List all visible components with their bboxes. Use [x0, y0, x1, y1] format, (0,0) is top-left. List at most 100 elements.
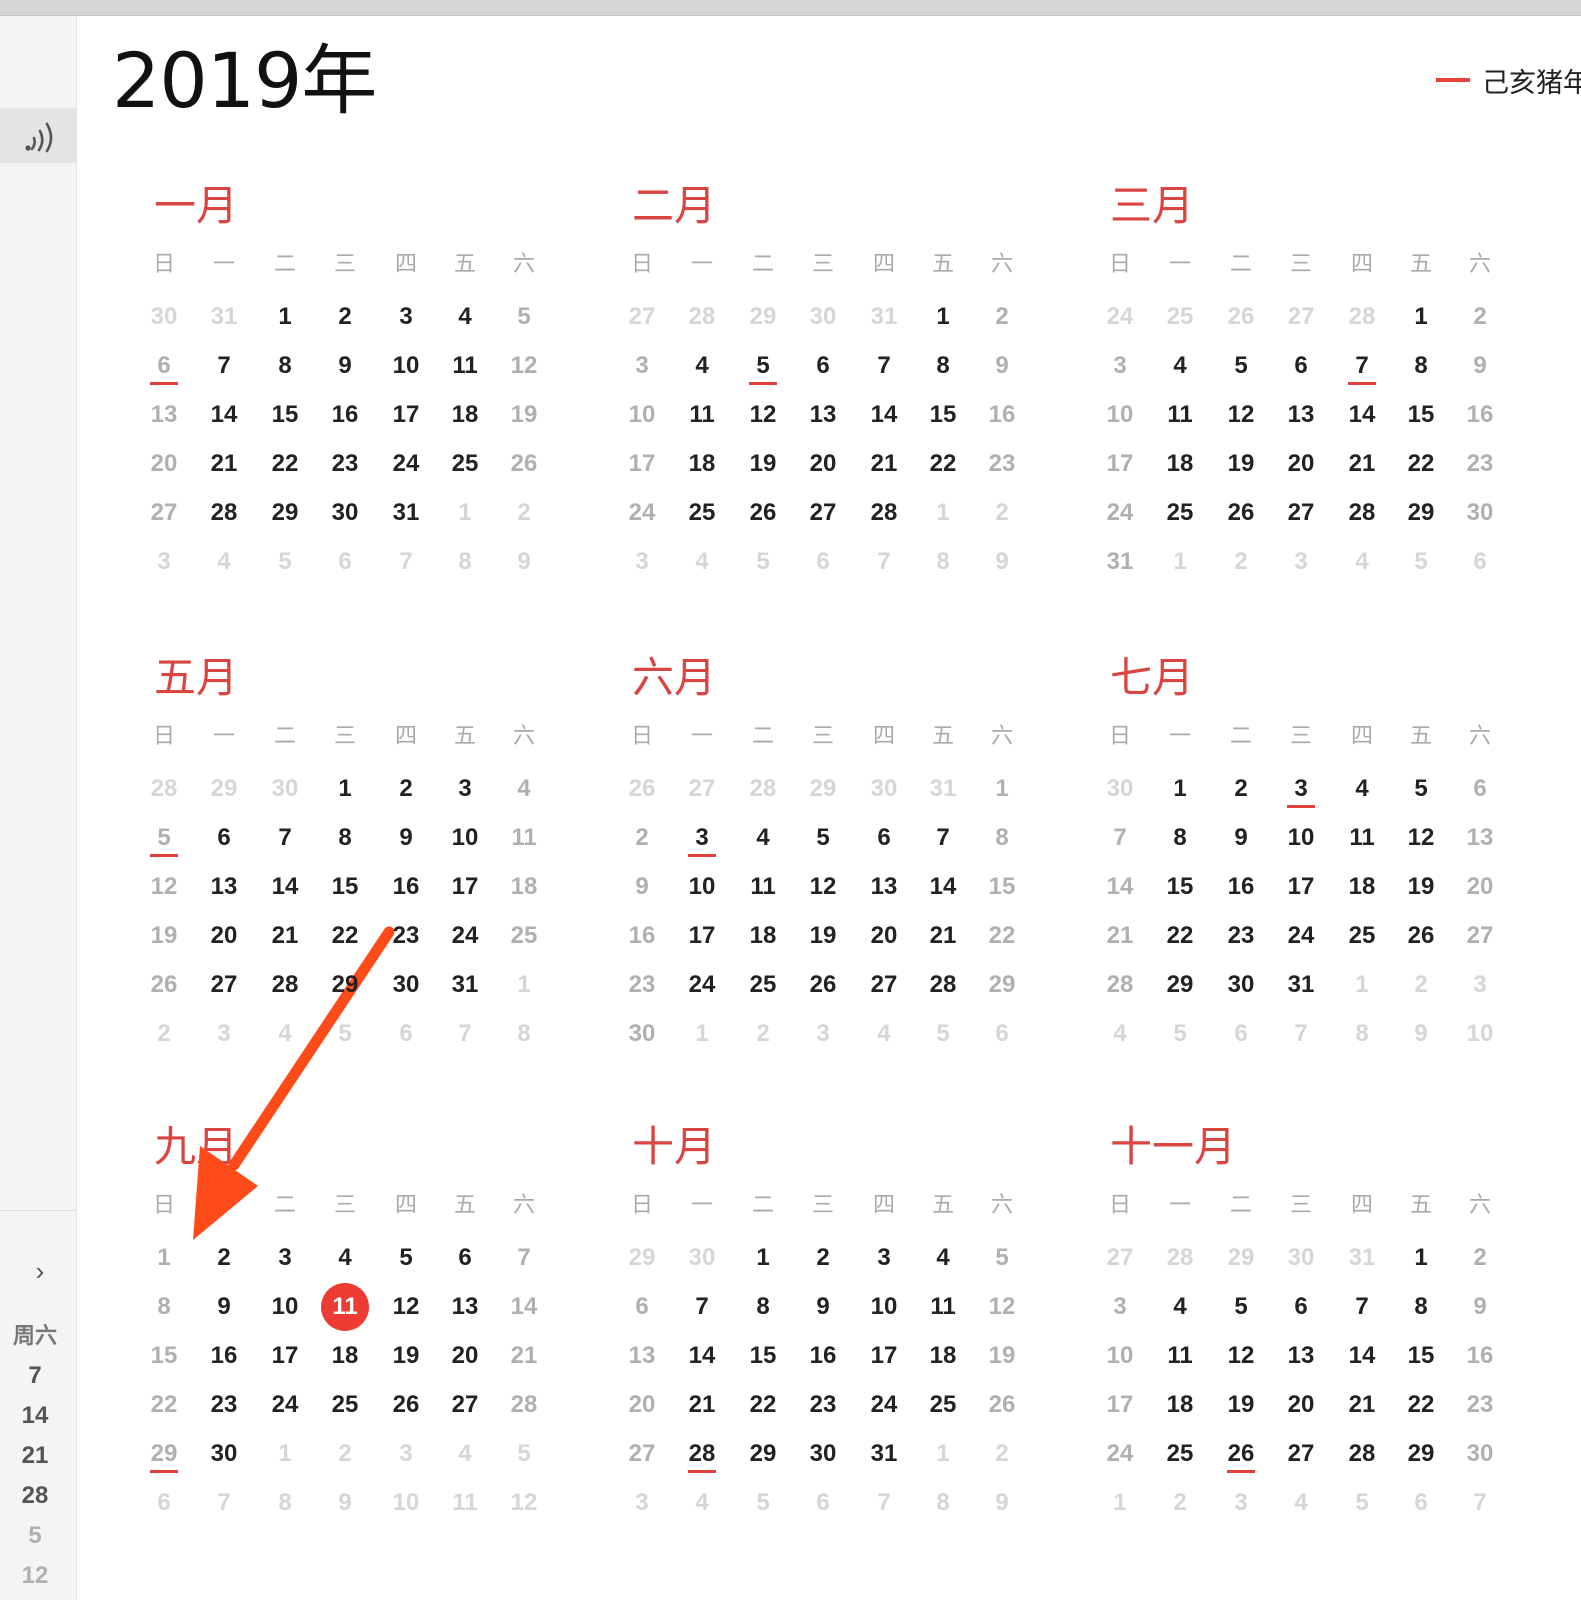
date-cell[interactable]: 3: [381, 296, 431, 338]
date-cell[interactable]: 4: [199, 541, 249, 583]
date-cell[interactable]: 12: [139, 866, 189, 908]
date-cell[interactable]: 9: [977, 541, 1027, 583]
date-cell[interactable]: 13: [1276, 394, 1326, 436]
date-cell[interactable]: 9: [1455, 1286, 1505, 1328]
date-cell[interactable]: 28: [199, 492, 249, 534]
date-cell[interactable]: 14: [499, 1286, 549, 1328]
date-cell[interactable]: 14: [1095, 866, 1145, 908]
date-cell[interactable]: 2: [738, 1013, 788, 1055]
date-cell[interactable]: 11: [677, 394, 727, 436]
date-cell[interactable]: 2: [199, 1237, 249, 1279]
date-cell[interactable]: 27: [139, 492, 189, 534]
date-cell[interactable]: 13: [199, 866, 249, 908]
date-cell[interactable]: 16: [1216, 866, 1266, 908]
signal-icon[interactable]: [20, 120, 64, 154]
date-cell[interactable]: 21: [918, 915, 968, 957]
date-cell[interactable]: 6: [1276, 345, 1326, 387]
date-cell[interactable]: 25: [440, 443, 490, 485]
date-cell[interactable]: 29: [1216, 1237, 1266, 1279]
date-cell[interactable]: 10: [381, 1482, 431, 1524]
date-cell[interactable]: 2: [320, 1433, 370, 1475]
date-cell[interactable]: 16: [977, 394, 1027, 436]
date-cell[interactable]: 28: [260, 964, 310, 1006]
date-cell[interactable]: 27: [798, 492, 848, 534]
date-cell[interactable]: 6: [798, 1482, 848, 1524]
date-cell[interactable]: 30: [1455, 1433, 1505, 1475]
date-cell[interactable]: 26: [1396, 915, 1446, 957]
date-cell[interactable]: 25: [1155, 1433, 1205, 1475]
date-cell[interactable]: 7: [499, 1237, 549, 1279]
date-cell[interactable]: 12: [499, 1482, 549, 1524]
date-cell[interactable]: 11: [440, 1482, 490, 1524]
date-cell[interactable]: 7: [859, 541, 909, 583]
date-cell[interactable]: 10: [440, 817, 490, 859]
date-cell[interactable]: 4: [1095, 1013, 1145, 1055]
date-cell[interactable]: 7: [199, 345, 249, 387]
date-cell[interactable]: 13: [798, 394, 848, 436]
date-cell[interactable]: 5: [1216, 1286, 1266, 1328]
date-cell[interactable]: 25: [738, 964, 788, 1006]
date-cell[interactable]: 21: [677, 1384, 727, 1426]
date-cell[interactable]: 9: [1396, 1013, 1446, 1055]
date-cell[interactable]: 26: [381, 1384, 431, 1426]
date-cell[interactable]: 28: [677, 296, 727, 338]
date-cell[interactable]: 2: [1455, 1237, 1505, 1279]
date-cell[interactable]: 21: [199, 443, 249, 485]
month-title[interactable]: 三月: [1110, 181, 1194, 231]
date-cell[interactable]: 8: [1396, 1286, 1446, 1328]
date-cell[interactable]: 27: [677, 768, 727, 810]
date-cell[interactable]: 24: [617, 492, 667, 534]
date-cell[interactable]: 30: [1095, 768, 1145, 810]
date-cell[interactable]: 6: [199, 817, 249, 859]
date-cell[interactable]: 3: [199, 1013, 249, 1055]
date-cell[interactable]: 23: [1455, 443, 1505, 485]
date-cell[interactable]: 16: [199, 1335, 249, 1377]
date-cell[interactable]: 2: [977, 492, 1027, 534]
date-cell[interactable]: 25: [918, 1384, 968, 1426]
date-cell[interactable]: 30: [859, 768, 909, 810]
date-cell[interactable]: 7: [1276, 1013, 1326, 1055]
date-cell[interactable]: 17: [617, 443, 667, 485]
date-cell[interactable]: 19: [738, 443, 788, 485]
date-cell[interactable]: 29: [320, 964, 370, 1006]
date-cell[interactable]: 15: [139, 1335, 189, 1377]
date-cell[interactable]: 3: [381, 1433, 431, 1475]
date-cell[interactable]: 18: [918, 1335, 968, 1377]
date-cell[interactable]: 8: [440, 541, 490, 583]
date-cell[interactable]: 2: [1216, 768, 1266, 810]
date-cell[interactable]: 27: [1276, 492, 1326, 534]
date-cell[interactable]: 9: [199, 1286, 249, 1328]
date-cell[interactable]: 13: [1276, 1335, 1326, 1377]
date-cell[interactable]: 8: [918, 345, 968, 387]
date-cell[interactable]: 6: [798, 345, 848, 387]
date-cell[interactable]: 6: [617, 1286, 667, 1328]
date-cell[interactable]: 1: [260, 296, 310, 338]
date-cell[interactable]: 5: [738, 345, 788, 387]
date-cell[interactable]: 5: [381, 1237, 431, 1279]
date-cell[interactable]: 3: [617, 541, 667, 583]
date-cell[interactable]: 9: [798, 1286, 848, 1328]
date-cell[interactable]: 11: [440, 345, 490, 387]
date-cell[interactable]: 17: [859, 1335, 909, 1377]
date-cell[interactable]: 16: [320, 394, 370, 436]
date-cell[interactable]: 28: [1155, 1237, 1205, 1279]
date-cell[interactable]: 8: [139, 1286, 189, 1328]
date-cell[interactable]: 22: [139, 1384, 189, 1426]
date-cell[interactable]: 14: [1337, 1335, 1387, 1377]
date-cell[interactable]: 19: [1216, 443, 1266, 485]
date-cell[interactable]: 5: [918, 1013, 968, 1055]
date-cell[interactable]: 25: [320, 1384, 370, 1426]
date-cell[interactable]: 2: [977, 296, 1027, 338]
date-cell[interactable]: 1: [918, 296, 968, 338]
date-cell[interactable]: 15: [1396, 394, 1446, 436]
date-cell[interactable]: 30: [381, 964, 431, 1006]
date-cell[interactable]: 1: [918, 492, 968, 534]
date-cell[interactable]: 2: [1155, 1482, 1205, 1524]
date-cell[interactable]: 6: [139, 345, 189, 387]
date-cell[interactable]: 23: [977, 443, 1027, 485]
date-cell[interactable]: 1: [1095, 1482, 1145, 1524]
date-cell[interactable]: 1: [1396, 296, 1446, 338]
date-cell[interactable]: 6: [1276, 1286, 1326, 1328]
date-cell[interactable]: 8: [1155, 817, 1205, 859]
date-cell[interactable]: 29: [139, 1433, 189, 1475]
